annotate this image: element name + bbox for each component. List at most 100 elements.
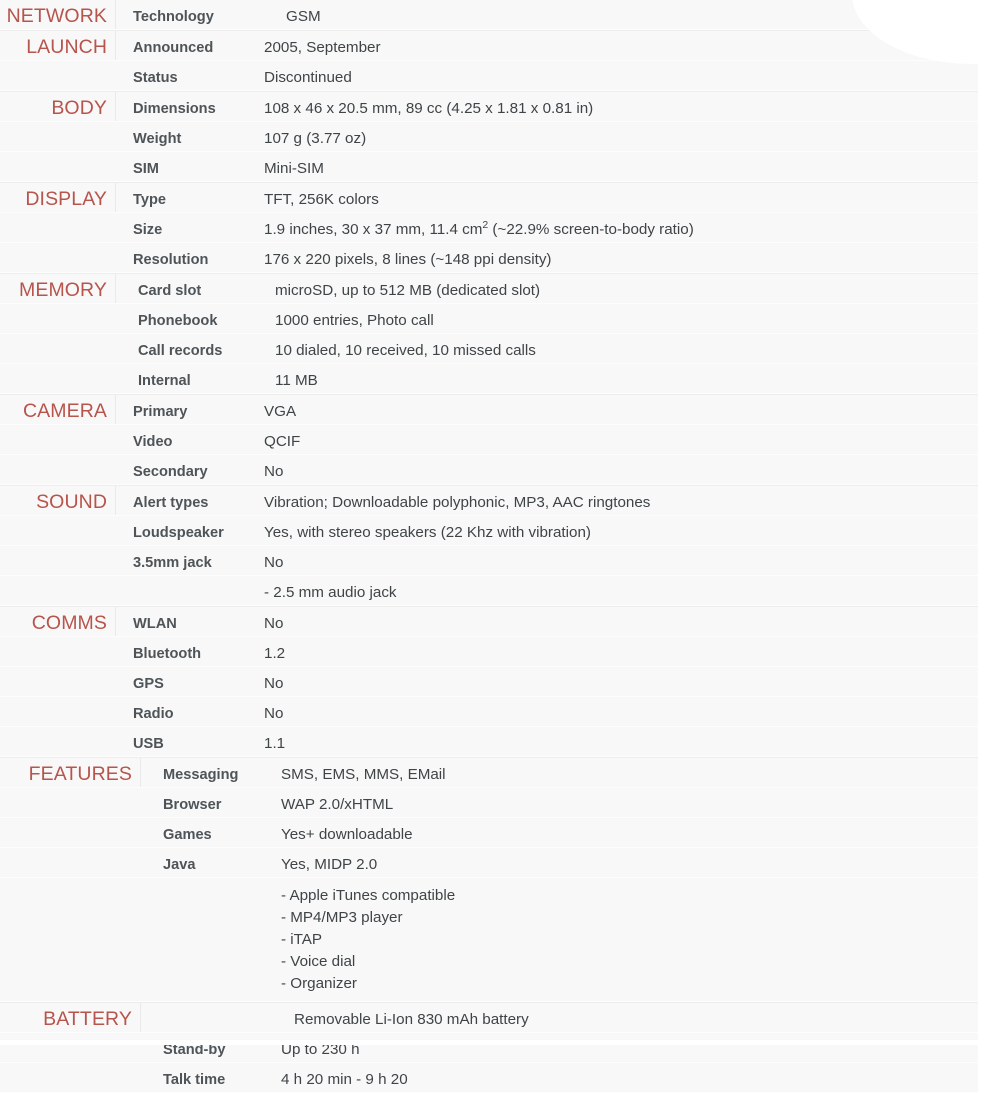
spec-label: Messaging <box>163 767 239 783</box>
spec-category-spacer <box>0 61 116 90</box>
spec-value: 1.2 <box>264 645 286 662</box>
spec-value: 107 g (3.77 oz) <box>264 130 367 147</box>
spec-label <box>141 878 281 884</box>
spec-row: DISPLAY Type TFT, 256K colors <box>0 182 978 213</box>
spec-category-spacer <box>0 1063 141 1092</box>
spec-label: GPS <box>133 676 164 692</box>
spec-label <box>141 1003 281 1009</box>
spec-value: No <box>264 463 284 480</box>
spec-category-label[interactable]: CAMERA <box>0 395 116 424</box>
spec-label: Type <box>133 192 166 208</box>
spec-value: VGA <box>264 403 297 420</box>
spec-category-spacer <box>0 697 116 726</box>
spec-row: Loudspeaker Yes, with stereo speakers (22… <box>0 516 978 546</box>
spec-category-spacer <box>0 364 116 393</box>
spec-category-spacer <box>0 213 116 242</box>
spec-row: Secondary No <box>0 455 978 485</box>
spec-row: NETWORK Technology GSM <box>0 0 978 30</box>
spec-label: Browser <box>163 797 222 813</box>
spec-value: No <box>264 615 284 632</box>
spec-value: - 2.5 mm audio jack <box>264 584 397 601</box>
spec-row: CAMERA Primary VGA <box>0 394 978 425</box>
spec-value: WAP 2.0/xHTML <box>281 796 394 813</box>
spec-value: Yes, MIDP 2.0 <box>281 856 378 873</box>
spec-label: Talk time <box>163 1072 226 1088</box>
spec-value: Yes, with stereo speakers (22 Khz with v… <box>264 524 591 541</box>
spec-row: - 2.5 mm audio jack <box>0 576 978 606</box>
spec-row: Talk time 4 h 20 min - 9 h 20 <box>0 1063 978 1093</box>
spec-value: 176 x 220 pixels, 8 lines (~148 ppi dens… <box>264 251 552 268</box>
spec-category-spacer <box>0 425 116 454</box>
spec-row: Radio No <box>0 697 978 727</box>
spec-category-spacer <box>0 243 116 272</box>
spec-category-label[interactable]: BODY <box>0 92 116 121</box>
spec-category-label[interactable]: SOUND <box>0 486 116 515</box>
spec-value: 2005, September <box>264 39 381 56</box>
spec-label: Card slot <box>138 283 202 299</box>
spec-value-with-superscript: 1.9 inches, 30 x 37 mm, 11.4 cm2 (~22.9%… <box>264 213 978 242</box>
spec-row: LAUNCH Announced 2005, September <box>0 30 978 61</box>
spec-category-spacer <box>0 878 141 1001</box>
spec-category-spacer <box>0 152 116 181</box>
right-margin <box>978 0 1000 1045</box>
spec-value: Mini-SIM <box>264 160 324 177</box>
spec-label: Phonebook <box>138 313 218 329</box>
spec-label: Weight <box>133 131 182 147</box>
spec-label: Loudspeaker <box>133 525 224 541</box>
phone-specifications-table: NETWORK Technology GSM LAUNCH Announced 2005,… <box>0 0 978 1093</box>
spec-row: BODY Dimensions 108 x 46 x 20.5 mm, 89 cc … <box>0 91 978 122</box>
spec-category-label[interactable]: NETWORK <box>0 0 116 29</box>
spec-value-part: 1.9 inches, 30 x 37 mm, 11.4 cm <box>264 221 483 238</box>
spec-category-label[interactable]: FEATURES <box>0 758 141 787</box>
spec-category-spacer <box>0 667 116 696</box>
spec-value: No <box>264 675 284 692</box>
spec-value: 1.1 <box>264 735 286 752</box>
spec-value: 4 h 20 min - 9 h 20 <box>281 1071 408 1088</box>
spec-label: SIM <box>133 161 159 177</box>
spec-value: microSD, up to 512 MB (dedicated slot) <box>275 282 541 299</box>
spec-value: Removable Li-Ion 830 mAh battery <box>294 1011 529 1028</box>
spec-row: SIM Mini-SIM <box>0 152 978 182</box>
spec-category-spacer <box>0 576 116 605</box>
spec-category-label[interactable]: LAUNCH <box>0 31 116 60</box>
spec-value: - Apple iTunes compatible - MP4/MP3 play… <box>281 887 456 992</box>
spec-label: Resolution <box>133 252 209 268</box>
spec-row: BATTERY Removable Li-Ion 830 mAh battery <box>0 1002 978 1033</box>
spec-value: No <box>264 705 284 722</box>
spec-category-label[interactable]: COMMS <box>0 607 116 636</box>
spec-category-spacer <box>0 848 141 877</box>
spec-row: Weight 107 g (3.77 oz) <box>0 122 978 152</box>
spec-row: COMMS WLAN No <box>0 606 978 637</box>
spec-category-spacer <box>0 788 141 817</box>
spec-label: Alert types <box>133 495 209 511</box>
spec-category-spacer <box>0 727 116 756</box>
spec-category-spacer <box>0 304 116 333</box>
spec-row: Call records 10 dialed, 10 received, 10 m… <box>0 334 978 364</box>
spec-label: Size <box>133 222 163 238</box>
spec-label: USB <box>133 736 164 752</box>
spec-label: Call records <box>138 343 223 359</box>
spec-label: Technology <box>133 9 214 25</box>
spec-row: Games Yes+ downloadable <box>0 818 978 848</box>
spec-value-part: (~22.9% screen-to-body ratio) <box>488 221 694 238</box>
spec-label: Video <box>133 434 173 450</box>
spec-value: 1000 entries, Photo call <box>275 312 434 329</box>
spec-category-label[interactable]: MEMORY <box>0 274 116 303</box>
spec-value: GSM <box>286 8 321 25</box>
spec-value: Vibration; Downloadable polyphonic, MP3,… <box>264 494 651 511</box>
spec-row: Stand-by Up to 230 h <box>0 1033 978 1063</box>
spec-label: Dimensions <box>133 101 216 117</box>
spec-value: Discontinued <box>264 69 352 86</box>
spec-label: Bluetooth <box>133 646 202 662</box>
spec-category-label[interactable]: BATTERY <box>0 1003 141 1032</box>
spec-category-spacer <box>0 818 141 847</box>
spec-row: Phonebook 1000 entries, Photo call <box>0 304 978 334</box>
spec-row: - Apple iTunes compatible - MP4/MP3 play… <box>0 878 978 1002</box>
spec-row: Status Discontinued <box>0 61 978 91</box>
spec-category-label[interactable]: DISPLAY <box>0 183 116 212</box>
spec-value: 10 dialed, 10 received, 10 missed calls <box>275 342 536 359</box>
spec-row: 3.5mm jack No <box>0 546 978 576</box>
spec-row: Resolution 176 x 220 pixels, 8 lines (~14… <box>0 243 978 273</box>
spec-category-spacer <box>0 334 116 363</box>
spec-value: No <box>264 554 284 571</box>
